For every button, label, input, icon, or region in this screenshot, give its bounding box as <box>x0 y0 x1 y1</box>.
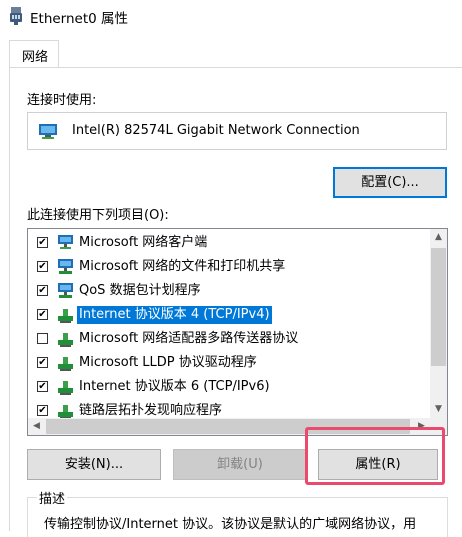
scroll-up-icon[interactable]: ▲ <box>430 229 447 246</box>
title-bar[interactable]: Ethernet0 属性 <box>0 0 462 32</box>
highlight-annotation <box>305 427 445 485</box>
adapter-name: Intel(R) 82574L Gigabit Network Connecti… <box>72 123 360 138</box>
window-title: Ethernet0 属性 <box>30 11 129 27</box>
list-item[interactable]: ✔ Microsoft LLDP 协议驱动程序 <box>28 351 430 375</box>
checkbox[interactable]: ✔ <box>37 381 48 392</box>
tab-strip: 网络 <box>0 32 462 68</box>
list-item[interactable]: ✔ Internet 协议版本 4 (TCP/IPv4) <box>28 303 430 327</box>
network-adapter-icon <box>39 124 57 139</box>
list-item[interactable]: ✔ Microsoft 网络客户端 <box>28 231 430 255</box>
list-item[interactable]: ✔ Internet 协议版本 6 (TCP/IPv6) <box>28 375 430 399</box>
checkbox[interactable]: ✔ <box>37 285 48 296</box>
checkbox[interactable]: ✔ <box>37 309 48 320</box>
vertical-scrollbar[interactable]: ▲ ▼ <box>430 229 447 418</box>
protocol-icon <box>58 333 73 347</box>
checkbox[interactable] <box>37 333 48 344</box>
item-label: Microsoft 网络客户端 <box>79 235 208 250</box>
network-service-icon <box>58 283 73 298</box>
tab-network[interactable]: 网络 <box>9 40 59 68</box>
item-label: Microsoft 网络适配器多路传送器协议 <box>79 331 299 346</box>
scroll-down-icon[interactable]: ▼ <box>430 401 447 418</box>
vertical-scroll-thumb[interactable] <box>431 248 446 366</box>
item-label: QoS 数据包计划程序 <box>79 283 201 298</box>
configure-button[interactable]: 配置(C)... <box>333 167 447 198</box>
item-label: Internet 协议版本 4 (TCP/IPv4) <box>77 306 272 324</box>
list-item[interactable]: ✔ QoS 数据包计划程序 <box>28 279 430 303</box>
checkbox[interactable]: ✔ <box>37 357 48 368</box>
protocol-icon <box>58 381 73 395</box>
install-button[interactable]: 安装(N)... <box>27 449 161 480</box>
protocol-icon <box>58 405 73 419</box>
uninstall-button[interactable]: 卸载(U) <box>173 449 307 480</box>
protocol-icon <box>58 357 73 371</box>
items-label: 此连接使用下列项目(O): <box>27 208 169 223</box>
adapter-field: Intel(R) 82574L Gigabit Network Connecti… <box>27 112 447 150</box>
item-label: Microsoft 网络的文件和打印机共享 <box>79 259 286 274</box>
scroll-left-icon[interactable]: ◀ <box>28 418 45 435</box>
network-client-icon <box>58 235 73 249</box>
connect-using-label: 连接时使用: <box>27 93 97 108</box>
network-service-icon <box>58 259 73 274</box>
components-list[interactable]: ✔ Microsoft 网络客户端 ✔ Microsoft 网络的文件和打印机共… <box>27 228 448 436</box>
description-title: 描述 <box>37 488 68 507</box>
list-item[interactable]: ✔ Microsoft 网络的文件和打印机共享 <box>28 255 430 279</box>
checkbox[interactable]: ✔ <box>37 261 48 272</box>
protocol-icon <box>58 309 73 323</box>
network-adapter-icon <box>10 7 22 25</box>
checkbox[interactable]: ✔ <box>37 405 48 416</box>
item-label: Internet 协议版本 6 (TCP/IPv6) <box>79 379 270 394</box>
list-item[interactable]: Microsoft 网络适配器多路传送器协议 <box>28 327 430 351</box>
checkbox[interactable]: ✔ <box>37 237 48 248</box>
tab-network-label: 网络 <box>22 50 49 65</box>
description-text: 传输控制协议/Internet 协议。该协议是默认的广域网络协议，用 <box>44 517 417 532</box>
item-label: Microsoft LLDP 协议驱动程序 <box>79 355 257 370</box>
